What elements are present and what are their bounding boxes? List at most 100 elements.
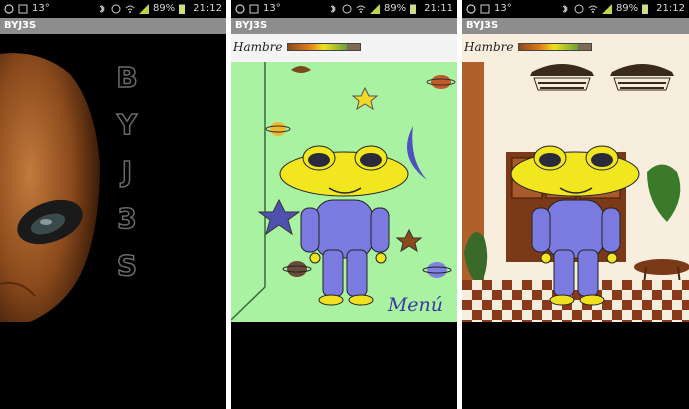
wifi-icon (588, 4, 598, 14)
floor-tile (562, 320, 572, 322)
phone-screen-splash: 13° 89% 21:12 BYJ3S B Y J 3 S (0, 0, 226, 409)
floor-tile (462, 280, 472, 290)
floor-tile (502, 320, 512, 322)
hunger-meter: Hambre (233, 38, 361, 56)
alarm-icon (342, 4, 352, 14)
floor-tile (662, 300, 672, 310)
title-vertical-letters: B Y J 3 S (112, 54, 142, 289)
floor-tile (622, 280, 632, 290)
app-title-bar: BYJ3S (0, 18, 226, 34)
hunger-bar-fill (287, 44, 347, 50)
floor-tile (682, 300, 689, 310)
signal-icon (138, 3, 149, 14)
clock: 21:11 (424, 3, 453, 14)
hunger-label: Hambre (233, 40, 283, 54)
floor-tile (462, 320, 472, 322)
hunger-bar (517, 43, 592, 51)
floor-tile (532, 310, 542, 320)
status-bar: 13° 89% 21:12 (462, 0, 689, 18)
letter-y: Y (116, 107, 138, 142)
floor-tile (672, 310, 682, 320)
floor-tile (672, 290, 682, 300)
floor-tile (502, 280, 512, 290)
floor-tile (642, 280, 652, 290)
battery-icon (642, 4, 652, 14)
hunger-meter: Hambre (464, 38, 592, 56)
floor-tile (682, 280, 689, 290)
floor-tile (652, 310, 662, 320)
alarm-icon (574, 4, 584, 14)
hunger-label: Hambre (464, 40, 514, 54)
splash-screen[interactable]: B Y J 3 S (0, 34, 226, 322)
whatsapp-icon (466, 3, 476, 14)
floor-tile (522, 300, 532, 310)
battery-percent: 89% (383, 3, 407, 14)
notification-icon (18, 4, 28, 14)
floor-tile (492, 290, 502, 300)
clock: 21:12 (193, 3, 222, 14)
floor-tile (642, 320, 652, 322)
floor-tile (472, 290, 482, 300)
floor-tile (572, 310, 582, 320)
temperature: 13° (494, 3, 512, 14)
status-bar: 13° 89% 21:12 (0, 0, 226, 18)
floor-tile (602, 320, 612, 322)
alarm-icon (111, 4, 121, 14)
floor-tile (542, 280, 552, 290)
floor-tile (482, 320, 492, 322)
floor-tile (582, 320, 592, 322)
floor-tile (632, 310, 642, 320)
bluetooth-icon (97, 4, 107, 14)
floor-tile (532, 290, 542, 300)
battery-percent: 89% (615, 3, 639, 14)
floor-tile (482, 280, 492, 290)
floor-tile (632, 290, 642, 300)
letter-s: S (116, 248, 138, 283)
clock: 21:12 (656, 3, 685, 14)
phone-screen-room: 13° 89% 21:11 BYJ3S Hambre Menú (231, 0, 457, 409)
menu-button[interactable]: Menú (388, 294, 443, 316)
floor-tile (662, 280, 672, 290)
floor-tile (472, 310, 482, 320)
floor-tile (682, 320, 689, 322)
floor-tile (592, 310, 602, 320)
app-title-bar: BYJ3S (462, 18, 689, 34)
wifi-icon (125, 4, 135, 14)
whatsapp-icon (235, 3, 245, 14)
phone-screen-kitchen: 13° 89% 21:12 BYJ3S Hambre (462, 0, 689, 409)
status-bar: 13° 89% 21:11 (231, 0, 457, 18)
kitchen-screen[interactable]: Hambre (462, 34, 689, 322)
floor-tile (512, 290, 522, 300)
letter-j: J (121, 154, 133, 189)
floor-tile (662, 320, 672, 322)
bluetooth-icon (328, 4, 338, 14)
signal-icon (601, 3, 612, 14)
wifi-icon (356, 4, 366, 14)
hunger-bar-fill (518, 44, 578, 50)
notification-icon (249, 4, 259, 14)
signal-icon (369, 3, 380, 14)
app-title-bar: BYJ3S (231, 18, 457, 34)
bluetooth-icon (560, 4, 570, 14)
floor-tile (652, 290, 662, 300)
floor-tile (552, 310, 562, 320)
floor-tile (492, 310, 502, 320)
letter-b: B (116, 60, 139, 95)
hunger-bar (286, 43, 361, 51)
floor-tile (642, 300, 652, 310)
floor-tile (622, 320, 632, 322)
temperature: 13° (263, 3, 281, 14)
whatsapp-icon (4, 3, 14, 14)
floor-tile (612, 310, 622, 320)
battery-icon (179, 4, 189, 14)
battery-icon (410, 4, 420, 14)
floor-tile (482, 300, 492, 310)
floor-tile (512, 310, 522, 320)
battery-percent: 89% (152, 3, 176, 14)
floor-tile (612, 290, 622, 300)
notification-icon (480, 4, 490, 14)
room-screen[interactable]: Hambre Menú (231, 34, 457, 322)
kitchen-scene (462, 62, 689, 322)
floor-tile (502, 300, 512, 310)
floor-tile (542, 320, 552, 322)
